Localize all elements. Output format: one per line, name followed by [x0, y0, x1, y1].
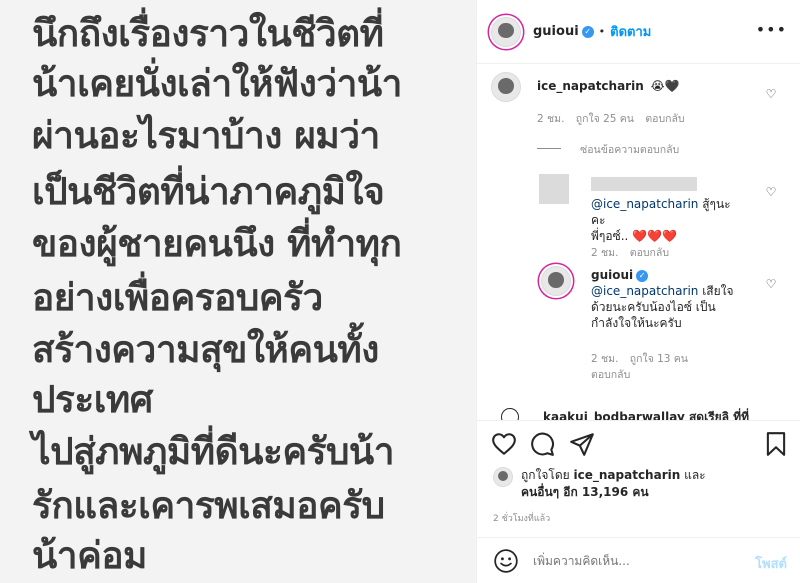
comments-list[interactable]: ice_napatcharin 😭🖤 2 ชม. ถูกใจ 25 คน ตอบ… — [477, 64, 800, 420]
reply-item: guioui ✓ @ice_napatcharin เสียใจ ด้วยนะคร… — [535, 264, 785, 381]
comment-item: ice_napatcharin 😭🖤 2 ชม. ถูกใจ 25 คน ตอบ… — [491, 70, 787, 130]
liked-by-prefix: ถูกใจโดย — [521, 468, 574, 482]
hide-replies-label: ซ่อนข้อความตอบกลับ — [580, 144, 680, 156]
save-bookmark-icon[interactable] — [763, 431, 789, 457]
post-image[interactable]: นึกถึงเรื่องราวในชีวิตที่ น้าเคยนั่งเล่า… — [0, 0, 476, 583]
reply-username-placeholder — [591, 177, 697, 191]
like-comment-heart-icon[interactable]: ♡ — [765, 88, 777, 100]
comment-likes[interactable]: ถูกใจ 25 คน — [576, 113, 634, 125]
share-paper-plane-icon[interactable] — [569, 431, 595, 457]
liker-avatar — [493, 467, 513, 487]
add-comment-input[interactable] — [533, 551, 733, 571]
author-username[interactable]: guioui — [533, 24, 579, 39]
reply-text-cont: กำลังใจให้นะครับ — [591, 316, 682, 330]
comment-time[interactable]: 2 ชม. — [537, 113, 564, 125]
reply-text-cont: พี่ๆอซ์.. ❤️❤️❤️ — [591, 229, 677, 243]
header-separator: • — [598, 25, 606, 38]
reply-avatar-placeholder[interactable] — [539, 174, 569, 204]
reply-text-cont: ด้วยนะครับน้องไอซ์ เป็น — [591, 300, 716, 314]
liked-by-username[interactable]: ice_napatcharin — [574, 468, 681, 482]
post-text-line: สร้างความสุขให้คนทั้ง — [32, 328, 379, 371]
reply-mention[interactable]: @ice_napatcharin — [591, 284, 698, 298]
add-comment-bar: โพสต์ — [477, 537, 800, 583]
post-actions: ถูกใจโดย ice_napatcharin และ คนอื่นๆ อีก… — [477, 420, 800, 583]
reply-author-avatar[interactable] — [541, 266, 571, 296]
more-dots-icon[interactable]: ••• — [756, 22, 787, 38]
reply-text: เสียใจ — [698, 284, 734, 298]
reply-time[interactable]: 2 ชม. — [591, 353, 618, 365]
post-text-line: อย่างเพื่อครอบครัว — [32, 276, 323, 319]
partial-commenter-avatar[interactable] — [501, 408, 519, 420]
reply-likes[interactable]: ถูกใจ 13 คน — [630, 353, 688, 365]
post-text-line: ไปสู่ภพภูมิที่ดีนะครับน้า — [32, 430, 395, 473]
reply-time[interactable]: 2 ชม. — [591, 247, 618, 259]
liked-by-and: และ — [680, 468, 706, 482]
reply-reply-button[interactable]: ตอบกลับ — [630, 247, 669, 259]
post-text-line: น้าค่อม — [32, 534, 147, 577]
like-heart-icon[interactable] — [491, 431, 517, 457]
post-header: guioui ✓ • ติดตาม ••• — [477, 0, 800, 64]
post-comment-button[interactable]: โพสต์ — [755, 553, 787, 574]
verified-badge-icon: ✓ — [636, 269, 649, 282]
post-side-panel: guioui ✓ • ติดตาม ••• ice_napatcharin 😭🖤… — [476, 0, 800, 583]
comment-text: 😭🖤 — [650, 79, 680, 93]
post-text-line: ผ่านอะไรมาบ้าง ผมว่า — [32, 114, 380, 157]
hide-replies-toggle[interactable]: ซ่อนข้อความตอบกลับ — [537, 138, 679, 158]
reply-mention[interactable]: @ice_napatcharin — [591, 197, 698, 211]
divider-line — [537, 148, 561, 149]
commenter-avatar[interactable] — [491, 72, 521, 102]
reply-reply-button[interactable]: ตอบกลับ — [591, 366, 630, 383]
post-text-line: เป็นชีวิตที่น่าภาคภูมิใจ — [32, 170, 385, 213]
comment-bubble-icon[interactable] — [529, 431, 555, 457]
post-text-line: ของผู้ชายคนนึง ที่ทำทุก — [32, 222, 402, 265]
post-text-line: นึกถึงเรื่องราวในชีวิตที่ — [32, 12, 384, 55]
emoji-smiley-icon[interactable] — [493, 548, 519, 574]
like-reply-heart-icon[interactable]: ♡ — [765, 186, 777, 198]
commenter-username[interactable]: ice_napatcharin — [537, 79, 644, 93]
post-time-ago[interactable]: 2 ชั่วโมงที่แล้ว — [493, 511, 550, 525]
liked-by-avatars[interactable] — [493, 467, 515, 489]
post-text-line: น้าเคยนั่งเล่าให้ฟังว่าน้า — [32, 62, 402, 105]
verified-badge-icon: ✓ — [581, 25, 594, 38]
comment-reply-button[interactable]: ตอบกลับ — [645, 113, 684, 125]
like-reply-heart-icon[interactable]: ♡ — [765, 278, 777, 290]
liked-by-others[interactable]: คนอื่นๆ อีก 13,196 คน — [521, 485, 649, 499]
post-text-line: รักและเคารพเสมอครับ — [32, 484, 385, 527]
follow-button[interactable]: ติดตาม — [610, 21, 651, 42]
partial-comment: kaakui_bodbarwallay สุดเรียลิ ที่ที่ — [497, 404, 787, 420]
post-text-line: ประเทศ — [32, 378, 153, 421]
reply-author-username[interactable]: guioui — [591, 268, 633, 282]
author-avatar[interactable] — [491, 16, 521, 47]
reply-item: @ice_napatcharin สู้ๆนะคะ พี่ๆอซ์.. ❤️❤️… — [535, 174, 785, 259]
partial-comment-text: kaakui_bodbarwallay สุดเรียลิ ที่ที่ — [543, 410, 750, 420]
